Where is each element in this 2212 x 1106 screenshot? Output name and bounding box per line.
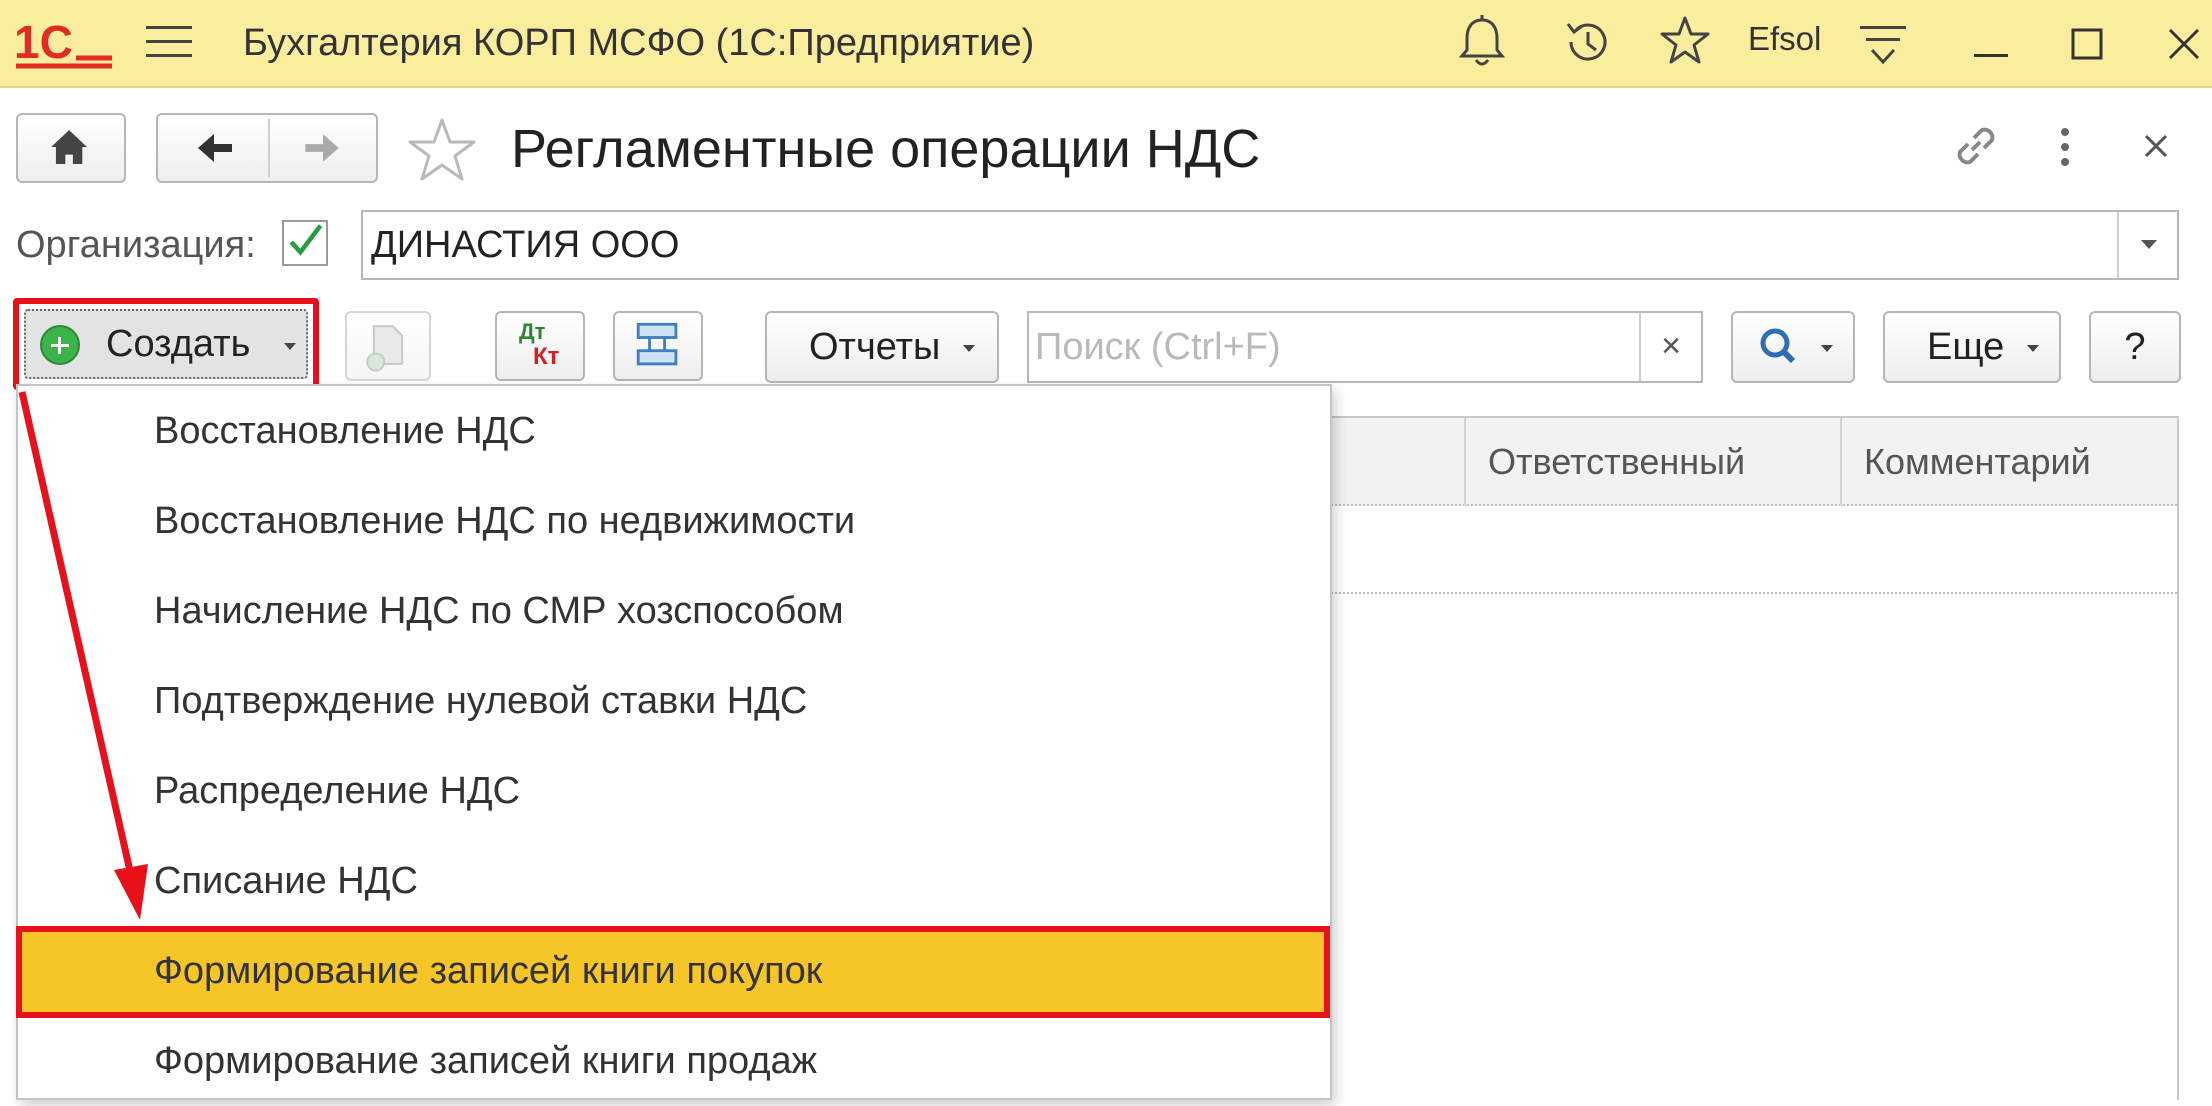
create-annotation-frame xyxy=(13,298,319,390)
column-header-responsible[interactable]: Ответственный xyxy=(1464,418,1840,506)
navigation-group xyxy=(156,113,378,183)
more-actions-icon[interactable] xyxy=(2050,124,2080,170)
document-structure-button[interactable] xyxy=(613,311,703,381)
column-header-comment[interactable]: Комментарий xyxy=(1840,418,2180,506)
menu-item-zero-rate-confirmation[interactable]: Подтверждение нулевой ставки НДС xyxy=(18,656,1330,746)
clear-search-button[interactable]: × xyxy=(1639,313,1701,381)
organization-label: Организация: xyxy=(16,224,256,266)
bell-icon[interactable] xyxy=(1458,14,1506,70)
copy-document-icon xyxy=(366,325,404,372)
1c-logo-icon[interactable]: 1С xyxy=(14,14,114,74)
help-button-label: ? xyxy=(2124,326,2146,368)
organization-value: ДИНАСТИЯ ООО xyxy=(371,224,680,266)
more-button-label: Еще xyxy=(1927,326,2005,368)
menu-item-vat-restoration[interactable]: Восстановление НДС xyxy=(18,386,1330,476)
close-window-icon[interactable] xyxy=(2162,22,2206,66)
chevron-down-icon xyxy=(963,345,975,352)
back-arrow-icon[interactable] xyxy=(158,115,268,181)
organization-checkbox[interactable] xyxy=(282,220,328,266)
chevron-down-icon xyxy=(1821,345,1833,352)
link-icon[interactable] xyxy=(1948,118,2004,174)
app-title: Бухгалтерия КОРП МСФО (1С:Предприятие) xyxy=(243,22,1035,64)
settings-menu-icon[interactable] xyxy=(1858,20,1908,68)
more-button[interactable]: Еще xyxy=(1883,311,2061,383)
home-icon xyxy=(51,130,88,165)
magnifier-icon xyxy=(1760,328,1796,364)
menu-item-vat-distribution[interactable]: Распределение НДС xyxy=(18,746,1330,836)
chevron-down-icon xyxy=(2027,345,2039,352)
menu-item-vat-restoration-real-estate[interactable]: Восстановление НДС по недвижимости xyxy=(18,476,1330,566)
reports-button-label: Отчеты xyxy=(809,326,941,368)
maximize-icon[interactable] xyxy=(2067,24,2107,64)
search-button[interactable] xyxy=(1731,311,1855,383)
credit-label: Кт xyxy=(533,343,560,370)
search-input[interactable] xyxy=(1035,317,1635,377)
checkmark-icon xyxy=(289,224,323,256)
menu-item-vat-accrual-construction[interactable]: Начисление НДС по СМР хозспособом xyxy=(18,566,1330,656)
help-button[interactable]: ? xyxy=(2089,311,2181,383)
menu-item-vat-write-off[interactable]: Списание НДС xyxy=(18,836,1330,926)
minimize-icon[interactable] xyxy=(1970,28,2012,62)
favorites-star-icon[interactable] xyxy=(1658,14,1712,68)
add-to-favorites-star-icon[interactable] xyxy=(406,116,478,184)
svg-text:1С: 1С xyxy=(14,16,73,68)
menu-item-sales-book-records[interactable]: Формирование записей книги продаж xyxy=(18,1016,1330,1106)
organization-field[interactable]: ДИНАСТИЯ ООО xyxy=(361,210,2179,280)
home-button[interactable] xyxy=(16,113,126,183)
reports-button[interactable]: Отчеты xyxy=(765,311,999,383)
organization-dropdown-button[interactable] xyxy=(2117,212,2177,278)
menu-item-annotation-frame xyxy=(16,926,1330,1018)
hamburger-menu-icon[interactable] xyxy=(146,22,192,62)
form-title: Регламентные операции НДС xyxy=(511,119,1261,179)
forward-arrow-icon[interactable] xyxy=(270,115,378,181)
title-bar: 1С Бухгалтерия КОРП МСФО (1С:Предприятие… xyxy=(0,0,2212,88)
copy-document-button[interactable] xyxy=(345,311,431,381)
search-field: × xyxy=(1027,311,1703,383)
debit-label: Дт xyxy=(519,319,546,344)
structure-icon xyxy=(636,322,678,366)
accounting-entries-button[interactable]: Дт Кт xyxy=(495,311,585,381)
close-form-icon[interactable] xyxy=(2136,126,2176,166)
history-icon[interactable] xyxy=(1562,16,1612,68)
user-name[interactable]: Efsol xyxy=(1748,18,1821,60)
